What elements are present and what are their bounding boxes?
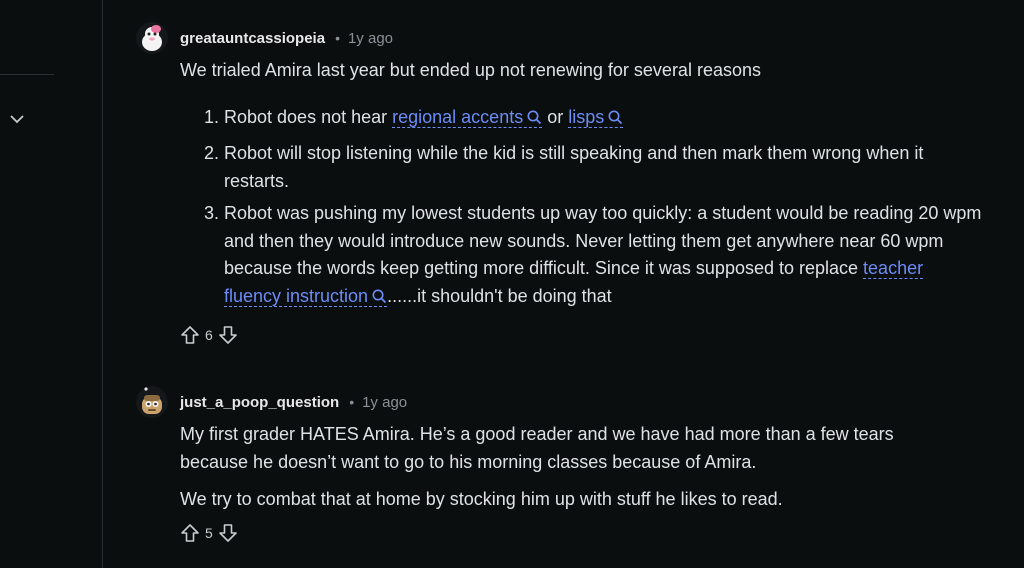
separator-dot: • <box>349 394 355 410</box>
search-link[interactable]: lisps <box>568 106 624 128</box>
left-rail <box>0 0 103 568</box>
search-icon <box>527 110 542 124</box>
vote-bar: 5 <box>180 523 238 543</box>
timestamp: 1y ago <box>362 393 408 411</box>
list-item: 1. Robot does not hear regional accents o… <box>180 104 984 132</box>
comment-paragraph: We trialed Amira last year but ended up … <box>180 60 761 80</box>
list-text: or <box>542 106 569 127</box>
chevron-down-icon[interactable] <box>9 112 25 126</box>
list-text: Robot will stop listening while the kid … <box>224 143 924 191</box>
avatar[interactable] <box>136 386 168 418</box>
comment-body: We trialed Amira last year but ended up … <box>180 57 984 310</box>
list-text: ......it shouldn't be doing that <box>387 285 612 306</box>
rail-divider <box>0 74 54 75</box>
list-text: Robot does not hear <box>224 106 393 127</box>
upvote-arrow-icon[interactable] <box>180 325 200 345</box>
search-icon <box>372 289 387 303</box>
comment-body: My first grader HATES Amira. He’s a good… <box>180 421 960 514</box>
avatar[interactable] <box>136 22 168 54</box>
comment-paragraph: My first grader HATES Amira. He’s a good… <box>180 424 894 472</box>
timestamp: 1y ago <box>347 29 394 47</box>
reasons-list: 1. Robot does not hear regional accents o… <box>180 104 984 311</box>
list-number: 3. <box>204 203 220 223</box>
link-text: lisps <box>568 106 605 127</box>
vote-count: 6 <box>205 327 213 343</box>
separator-dot: • <box>335 30 340 46</box>
search-icon <box>608 110 623 124</box>
list-item: 2. Robot will stop listening while the ki… <box>180 140 984 195</box>
list-item: 3. Robot was pushing my lowest students u… <box>180 200 984 310</box>
username[interactable]: greatauntcassiopeia <box>180 30 325 47</box>
downvote-arrow-icon[interactable] <box>218 325 238 345</box>
vote-bar: 6 <box>180 325 238 345</box>
search-link[interactable]: regional accents <box>392 106 543 128</box>
link-text: regional accents <box>392 106 524 127</box>
list-number: 1. <box>204 106 220 127</box>
comment-header: greatauntcassiopeia • 1y ago <box>180 22 393 54</box>
comment-paragraph: We try to combat that at home by stockin… <box>180 489 783 509</box>
list-number: 2. <box>204 143 220 163</box>
downvote-arrow-icon[interactable] <box>218 523 238 543</box>
vote-count: 5 <box>205 525 213 541</box>
username[interactable]: just_a_poop_question <box>180 394 339 411</box>
comment-header: just_a_poop_question • 1y ago <box>180 386 407 418</box>
upvote-arrow-icon[interactable] <box>180 523 200 543</box>
